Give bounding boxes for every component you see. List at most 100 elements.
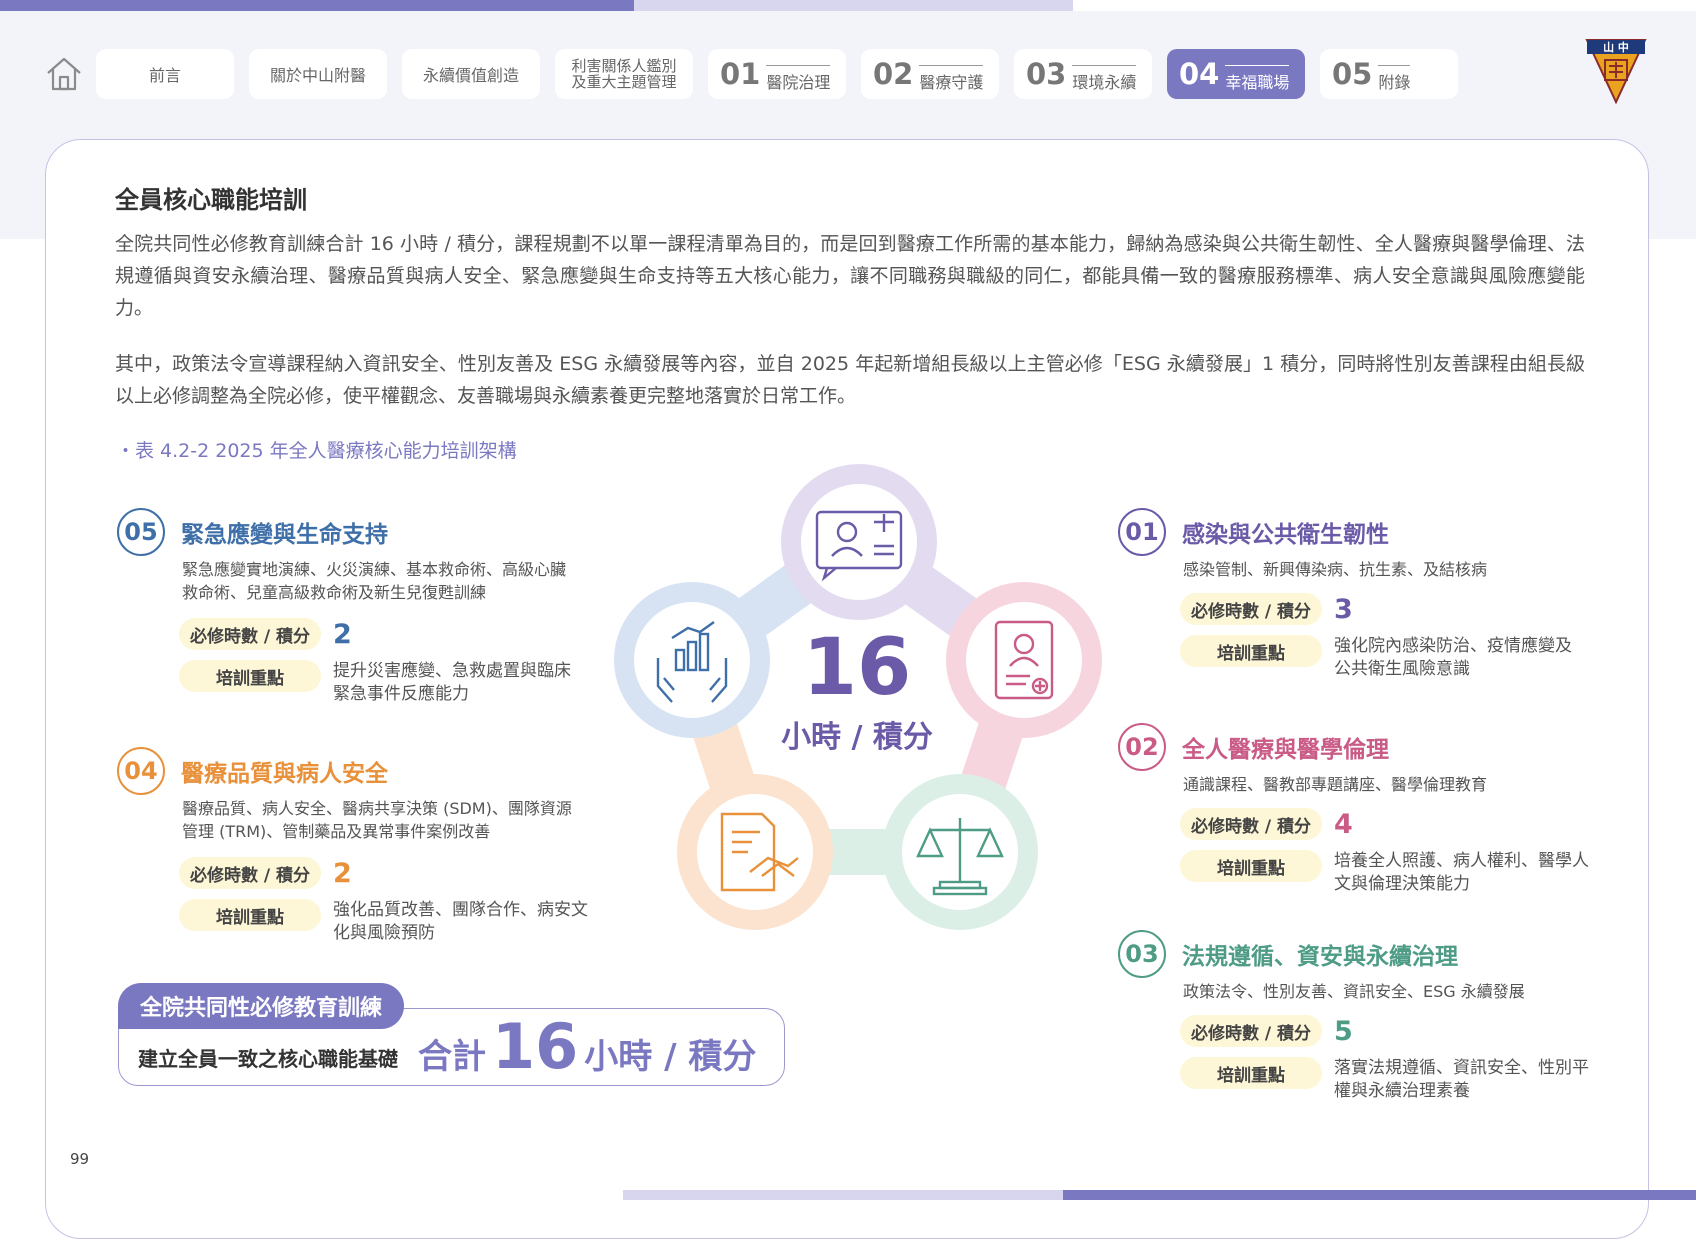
summary-tag: 全院共同性必修教育訓練 (118, 983, 405, 1029)
category-name: 感染與公共衛生韌性 (1182, 522, 1389, 548)
category-04: 04 醫療品質與病人安全 醫療品質、病人安全、醫病共享決策 (SDM)、團隊資源… (117, 747, 588, 945)
tab-label: 醫院治理 (766, 65, 831, 93)
category-number-badge: 04 (117, 747, 165, 795)
description-line: 緊急應變實地演練、火災演練、基本救命術、高級心臟 (182, 560, 567, 579)
focus-pill: 培訓重點 (1180, 1057, 1322, 1089)
description-line: 通識課程、醫教部專題講座、醫學倫理教育 (1183, 775, 1488, 794)
hours-pill: 必修時數 / 積分 (179, 857, 321, 889)
tab-label: 前言 (148, 66, 181, 85)
tab-01-governance[interactable]: 01 醫院治理 (708, 49, 846, 99)
page-number: 99 (70, 1150, 90, 1168)
category-number-badge: 05 (117, 508, 165, 556)
tab-04-workplace[interactable]: 04 幸福職場 (1167, 49, 1305, 99)
tab-number: 01 (720, 57, 761, 91)
tab-label-line1: 利害關係人鑑別 (571, 57, 677, 75)
home-icon[interactable] (42, 49, 86, 99)
focus-line: 落實法規遵循、資訊安全、性別平 (1334, 1058, 1589, 1078)
category-description: 政策法令、性別友善、資訊安全、ESG 永續發展 (1183, 980, 1589, 1003)
focus-line: 強化品質改善、團隊合作、病安文 (333, 900, 588, 920)
summary-prefix: 合計 (418, 1037, 486, 1077)
category-number-badge: 01 (1118, 508, 1166, 556)
category-description: 感染管制、新興傳染病、抗生素、及結核病 (1183, 558, 1572, 581)
description-line: 管理 (TRM)、管制藥品及異常事件案例改善 (182, 822, 491, 841)
tab-label-line2: 及重大主題管理 (571, 73, 677, 91)
category-name: 全人醫療與醫學倫理 (1182, 737, 1389, 763)
focus-text: 強化品質改善、團隊合作、病安文 化與風險預防 (333, 899, 588, 945)
hours-value: 4 (1334, 808, 1353, 840)
hours-value: 5 (1334, 1015, 1353, 1047)
category-name: 法規遵循、資安與永續治理 (1182, 944, 1458, 970)
focus-line: 公共衛生風險意識 (1334, 659, 1470, 679)
summary-total: 合計 16 小時 / 積分 (418, 1010, 756, 1083)
hours-value: 3 (1334, 593, 1353, 625)
focus-line: 培養全人照護、病人權利、醫學人 (1334, 851, 1589, 871)
focus-pill: 培訓重點 (179, 899, 321, 931)
center-total-unit: 小時 / 積分 (781, 720, 933, 755)
hours-value: 2 (333, 857, 352, 889)
category-description: 緊急應變實地演練、火災演練、基本救命術、高級心臟 救命術、兒童高級救命術及新生兒復… (182, 558, 571, 604)
focus-pill: 培訓重點 (179, 660, 321, 692)
tab-02-care[interactable]: 02 醫療守護 (861, 49, 999, 99)
focus-text: 提升災害應變、急救處置與臨床 緊急事件反應能力 (333, 660, 571, 706)
tab-number: 02 (873, 57, 914, 91)
description-line: 救命術、兒童高級救命術及新生兒復甦訓練 (182, 583, 487, 602)
focus-pill: 培訓重點 (1180, 635, 1322, 667)
node-02 (946, 582, 1102, 738)
tab-03-environment[interactable]: 03 環境永續 (1014, 49, 1152, 99)
intro-paragraph: 全院共同性必修教育訓練合計 16 小時 / 積分，課程規劃不以單一課程清單為目的… (115, 233, 1585, 319)
category-01: 01 感染與公共衛生韌性 感染管制、新興傳染病、抗生素、及結核病 必修時數 / … (1118, 508, 1572, 681)
tab-label: 環境永續 (1072, 65, 1137, 93)
tab-value-creation[interactable]: 永續價值創造 (402, 49, 540, 99)
svg-text:山 中: 山 中 (1603, 40, 1629, 54)
focus-line: 文與倫理決策能力 (1334, 874, 1470, 894)
summary-number: 16 (492, 1010, 579, 1083)
focus-text: 強化院內感染防治、疫情應變及 公共衛生風險意識 (1334, 635, 1572, 681)
bottom-accent-bar (623, 1190, 1696, 1200)
description-line: 政策法令、性別友善、資訊安全、ESG 永續發展 (1183, 982, 1525, 1001)
core-competency-diagram: 16 小時 / 積分 (614, 464, 1102, 930)
category-name: 緊急應變與生命支持 (181, 522, 388, 548)
hours-pill: 必修時數 / 積分 (1180, 593, 1322, 625)
tab-number: 03 (1026, 57, 1067, 91)
tab-label: 醫療守護 (919, 65, 984, 93)
center-total-number: 16 (803, 623, 912, 713)
node-05 (614, 582, 770, 738)
hours-pill: 必修時數 / 積分 (1180, 808, 1322, 840)
category-02: 02 全人醫療與醫學倫理 通識課程、醫教部專題講座、醫學倫理教育 必修時數 / … (1118, 723, 1589, 896)
category-number-badge: 03 (1118, 930, 1166, 978)
tab-05-appendix[interactable]: 05 附錄 (1320, 49, 1458, 99)
category-name: 醫療品質與病人安全 (181, 761, 388, 787)
tab-stakeholders[interactable]: 利害關係人鑑別 及重大主題管理 (555, 49, 693, 99)
tab-preface[interactable]: 前言 (96, 49, 234, 99)
tab-label: 關於中山附醫 (269, 66, 366, 85)
summary-label: 建立全員一致之核心職能基礎 (138, 1047, 398, 1071)
tab-number: 05 (1332, 57, 1373, 91)
category-description: 醫療品質、病人安全、醫病共享決策 (SDM)、團隊資源 管理 (TRM)、管制藥品… (182, 797, 588, 843)
focus-line: 強化院內感染防治、疫情應變及 (1334, 636, 1572, 656)
hours-pill: 必修時數 / 積分 (1180, 1015, 1322, 1047)
summary-unit: 小時 / 積分 (584, 1037, 757, 1077)
description-line: 感染管制、新興傳染病、抗生素、及結核病 (1183, 560, 1488, 579)
category-number-badge: 02 (1118, 723, 1166, 771)
focus-line: 緊急事件反應能力 (333, 684, 469, 704)
node-03 (882, 774, 1038, 930)
node-01 (781, 464, 937, 620)
tab-number: 04 (1179, 57, 1220, 91)
hospital-logo: 山 中 (1585, 36, 1647, 106)
focus-text: 落實法規遵循、資訊安全、性別平 權與永續治理素養 (1334, 1057, 1589, 1103)
hours-value: 2 (333, 618, 352, 650)
description-line: 醫療品質、病人安全、醫病共享決策 (SDM)、團隊資源 (182, 799, 572, 818)
tab-about[interactable]: 關於中山附醫 (249, 49, 387, 99)
tab-label: 永續價值創造 (422, 66, 519, 85)
tab-label: 幸福職場 (1225, 65, 1290, 93)
node-04 (677, 774, 833, 930)
hours-pill: 必修時數 / 積分 (179, 618, 321, 650)
focus-line: 權與永續治理素養 (1334, 1081, 1470, 1101)
focus-line: 化與風險預防 (333, 923, 435, 943)
top-accent-bar (0, 0, 1073, 11)
category-03: 03 法規遵循、資安與永續治理 政策法令、性別友善、資訊安全、ESG 永續發展 … (1118, 930, 1589, 1103)
focus-text: 培養全人照護、病人權利、醫學人 文與倫理決策能力 (1334, 850, 1589, 896)
table-caption: ・表 4.2-2 2025 年全人醫療核心能力培訓架構 (116, 440, 517, 462)
tab-label: 附錄 (1378, 65, 1411, 93)
policy-paragraph: 其中，政策法令宣導課程納入資訊安全、性別友善及 ESG 永續發展等內容，並自 2… (115, 353, 1585, 407)
